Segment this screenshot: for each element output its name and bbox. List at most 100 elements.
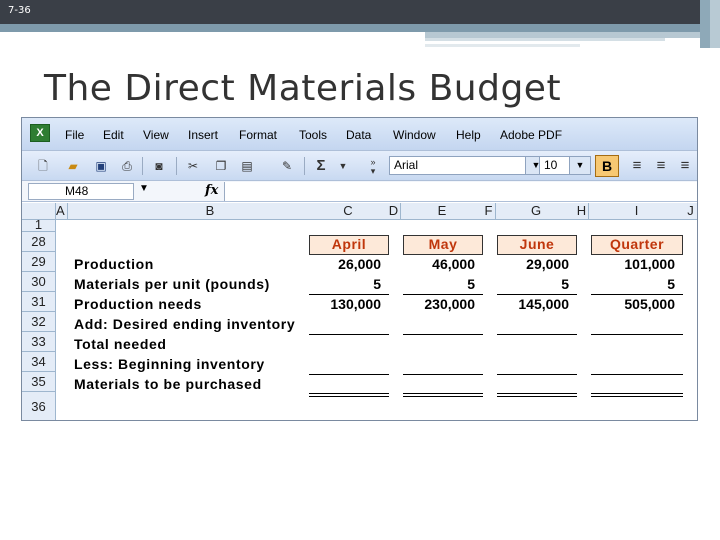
format-painter-icon[interactable]: ✎ <box>278 158 296 174</box>
cell-double-underline <box>309 393 389 397</box>
row-header[interactable]: 33 <box>22 332 56 352</box>
cell-underline <box>403 374 483 375</box>
row-header[interactable]: 35 <box>22 372 56 392</box>
align-left-icon[interactable]: ≡ <box>628 158 646 174</box>
cell-value[interactable]: 230,000 <box>403 296 475 312</box>
label-materials-to-purchase[interactable]: Materials to be purchased <box>74 376 262 392</box>
header-april[interactable]: April <box>309 235 389 255</box>
new-document-icon[interactable]: 🗋 <box>34 158 52 174</box>
menu-data[interactable]: Data <box>346 128 371 142</box>
menu-edit[interactable]: Edit <box>103 128 124 142</box>
print-icon[interactable]: ⎙ <box>118 158 136 174</box>
accent-band-tertiary <box>425 38 665 41</box>
column-header-i[interactable]: I <box>589 203 685 220</box>
toolbar-options-icon[interactable]: » ▾ <box>364 158 382 176</box>
save-icon[interactable]: ▣ <box>92 158 110 174</box>
column-header-c[interactable]: C <box>306 203 391 220</box>
autosum-icon[interactable]: Σ <box>312 158 330 174</box>
menu-bar: X File Edit View Insert Format Tools Dat… <box>22 118 697 150</box>
column-header-e[interactable]: E <box>401 203 484 220</box>
toolbar-separator <box>176 157 177 175</box>
column-header-g[interactable]: G <box>496 203 577 220</box>
accent-band <box>0 24 700 32</box>
column-header-f[interactable]: F <box>482 203 496 220</box>
cell-value[interactable]: 5 <box>497 276 569 292</box>
cell-underline <box>497 334 577 335</box>
paste-icon[interactable]: ▤ <box>238 158 256 174</box>
cell-value[interactable]: 5 <box>591 276 675 292</box>
cell-value[interactable]: 46,000 <box>403 256 475 272</box>
cell-underline <box>591 334 683 335</box>
row-header[interactable]: 31 <box>22 292 56 312</box>
spreadsheet-grid[interactable]: A B C D E F G H I J 1 28 29 30 31 32 33 … <box>22 203 697 420</box>
cell-value[interactable]: 5 <box>309 276 381 292</box>
row-header[interactable]: 36 <box>22 392 56 420</box>
label-materials-per-unit[interactable]: Materials per unit (pounds) <box>74 276 270 292</box>
name-box[interactable]: M48 <box>28 183 134 200</box>
standard-toolbar: 🗋 ▰ ▣ ⎙ ◙ ✂ ❐ ▤ ✎ Σ ▼ » ▾ Arial ▼ 10 ▼ B … <box>22 150 697 180</box>
label-desired-ending-inventory[interactable]: Add: Desired ending inventory <box>74 316 295 332</box>
cell-value[interactable]: 101,000 <box>591 256 675 272</box>
name-box-dropdown-icon[interactable]: ▼ <box>139 183 149 194</box>
menu-insert[interactable]: Insert <box>188 128 218 142</box>
cell-double-underline <box>591 393 683 397</box>
slide-number: 7-36 <box>8 5 31 16</box>
row-header[interactable]: 30 <box>22 272 56 292</box>
excel-app-icon[interactable]: X <box>30 124 50 142</box>
label-production-needs[interactable]: Production needs <box>74 296 202 312</box>
column-header-a[interactable]: A <box>56 203 68 220</box>
menu-help[interactable]: Help <box>456 128 481 142</box>
cell-underline <box>309 294 389 295</box>
menu-format[interactable]: Format <box>239 128 277 142</box>
cell-value[interactable]: 130,000 <box>309 296 381 312</box>
accent-band-quaternary <box>425 44 580 47</box>
row-header[interactable]: 34 <box>22 352 56 372</box>
cell-value[interactable]: 29,000 <box>497 256 569 272</box>
slide-title: The Direct Materials Budget <box>44 68 562 109</box>
menu-view[interactable]: View <box>143 128 169 142</box>
cell-value[interactable]: 5 <box>403 276 475 292</box>
camera-icon[interactable]: ◙ <box>150 158 168 174</box>
cell-value[interactable]: 145,000 <box>497 296 569 312</box>
cell-underline <box>403 294 483 295</box>
row-header[interactable]: 32 <box>22 312 56 332</box>
label-production[interactable]: Production <box>74 256 154 272</box>
align-center-icon[interactable]: ≡ <box>652 158 670 174</box>
formula-bar: M48 ▼ fx <box>22 180 697 202</box>
cell-underline <box>309 374 389 375</box>
menu-tools[interactable]: Tools <box>299 128 327 142</box>
function-icon[interactable]: fx <box>205 183 218 198</box>
header-june[interactable]: June <box>497 235 577 255</box>
cell-double-underline <box>497 393 577 397</box>
row-header[interactable]: 28 <box>22 232 56 252</box>
label-total-needed[interactable]: Total needed <box>74 336 167 352</box>
cell-underline <box>497 374 577 375</box>
cut-icon[interactable]: ✂ <box>184 158 202 174</box>
header-may[interactable]: May <box>403 235 483 255</box>
column-header-d[interactable]: D <box>387 203 401 220</box>
row-header[interactable]: 29 <box>22 252 56 272</box>
bold-button[interactable]: B <box>595 155 619 177</box>
slide-top-bar: 7-36 <box>0 0 720 24</box>
row-header[interactable]: 1 <box>22 218 56 232</box>
menu-adobe-pdf[interactable]: Adobe PDF <box>500 128 562 142</box>
open-folder-icon[interactable]: ▰ <box>64 158 82 174</box>
menu-file[interactable]: File <box>65 128 84 142</box>
cell-value[interactable]: 26,000 <box>309 256 381 272</box>
align-right-icon[interactable]: ≡ <box>676 158 694 174</box>
cell-underline <box>497 294 577 295</box>
cell-underline <box>591 294 683 295</box>
font-size-dropdown-icon[interactable]: ▼ <box>569 156 591 175</box>
copy-icon[interactable]: ❐ <box>212 158 230 174</box>
formula-input[interactable] <box>224 182 697 201</box>
menu-window[interactable]: Window <box>393 128 436 142</box>
column-header-j[interactable]: J <box>683 203 697 220</box>
toolbar-separator <box>304 157 305 175</box>
label-beginning-inventory[interactable]: Less: Beginning inventory <box>74 356 265 372</box>
autosum-dropdown-icon[interactable]: ▼ <box>334 158 352 174</box>
font-name-input[interactable]: Arial <box>389 156 547 175</box>
column-header-h[interactable]: H <box>575 203 589 220</box>
cell-value[interactable]: 505,000 <box>591 296 675 312</box>
header-quarter[interactable]: Quarter <box>591 235 683 255</box>
cell-underline <box>403 334 483 335</box>
